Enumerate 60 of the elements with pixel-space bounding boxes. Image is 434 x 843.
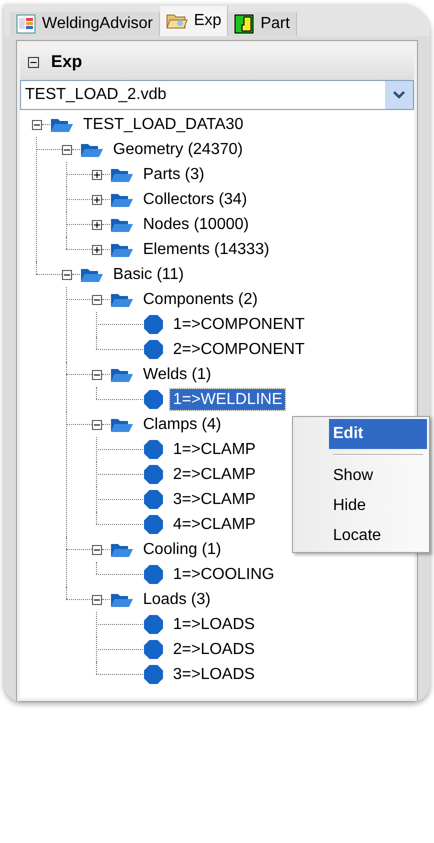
tree-item[interactable]: 2=>COMPONENT (170, 339, 308, 360)
folder-icon (110, 592, 134, 608)
collapse-toggle[interactable] (92, 420, 102, 430)
tree-item[interactable]: Welds (1) (140, 364, 214, 385)
file-dropdown[interactable]: TEST_LOAD_2.vdb (20, 80, 414, 110)
expand-toggle[interactable] (92, 194, 102, 204)
tree-item[interactable]: Parts (3) (140, 164, 208, 185)
tree-item[interactable]: Components (2) (140, 289, 261, 310)
tree-item[interactable]: TEST_LOAD_DATA30 (80, 114, 246, 135)
tree-item[interactable]: Elements (14333) (140, 239, 272, 260)
menu-item[interactable]: Hide (329, 491, 427, 521)
part-icon (234, 14, 254, 34)
tree-item[interactable]: 1=>COMPONENT (170, 314, 308, 335)
folder-icon (110, 242, 134, 258)
collapse-toggle[interactable] (32, 120, 42, 130)
tree-item[interactable]: 2=>CLAMP (170, 464, 259, 485)
collapse-toggle[interactable] (92, 294, 102, 304)
folder-icon (110, 166, 134, 182)
collapse-toggle[interactable] (28, 56, 39, 68)
tree-item[interactable]: 1=>CLAMP (170, 439, 259, 460)
menu-item[interactable]: Edit (329, 419, 427, 449)
folder-icon (166, 12, 188, 30)
tree-item[interactable]: 1=>WELDLINE (170, 389, 286, 410)
tree-item[interactable]: Cooling (1) (140, 539, 224, 560)
collapse-toggle[interactable] (62, 270, 72, 280)
folder-icon (110, 216, 134, 232)
collapse-toggle[interactable] (62, 144, 72, 154)
folder-icon (110, 416, 134, 432)
folder-icon (110, 542, 134, 558)
menu-item[interactable]: Show (329, 461, 427, 491)
tree-item[interactable]: 1=>COOLING (170, 564, 278, 585)
folder-icon (110, 192, 134, 208)
tree-item[interactable]: 3=>LOADS (170, 664, 258, 685)
panel-title: Exp (51, 51, 82, 74)
tab[interactable]: Exp (160, 6, 228, 36)
expand-toggle[interactable] (92, 244, 102, 254)
collapse-toggle[interactable] (92, 370, 102, 380)
tab[interactable]: WeldingAdvisor (10, 12, 160, 36)
menu-item[interactable]: Locate (329, 521, 427, 551)
chart-icon (16, 14, 36, 34)
folder-icon (80, 142, 104, 158)
folder-icon (110, 366, 134, 382)
tree-item[interactable]: Nodes (10000) (140, 214, 252, 235)
expand-toggle[interactable] (92, 170, 102, 180)
folder-icon (80, 266, 104, 282)
tree-item[interactable]: 1=>LOADS (170, 614, 258, 635)
tree-item[interactable]: Loads (3) (140, 589, 214, 610)
tree-item[interactable]: Clamps (4) (140, 414, 224, 435)
tree-item[interactable]: 3=>CLAMP (170, 489, 259, 510)
expand-toggle[interactable] (92, 220, 102, 230)
tree-item[interactable]: 4=>CLAMP (170, 514, 259, 535)
tree-item[interactable]: Collectors (34) (140, 189, 250, 210)
tree-item[interactable]: Geometry (24370) (110, 139, 246, 160)
tree-item[interactable]: 2=>LOADS (170, 639, 258, 660)
folder-icon (50, 116, 74, 132)
tab[interactable]: Part (228, 12, 297, 36)
collapse-toggle[interactable] (92, 544, 102, 554)
collapse-toggle[interactable] (92, 594, 102, 604)
tree-item[interactable]: Basic (11) (110, 264, 187, 285)
folder-icon (110, 292, 134, 308)
